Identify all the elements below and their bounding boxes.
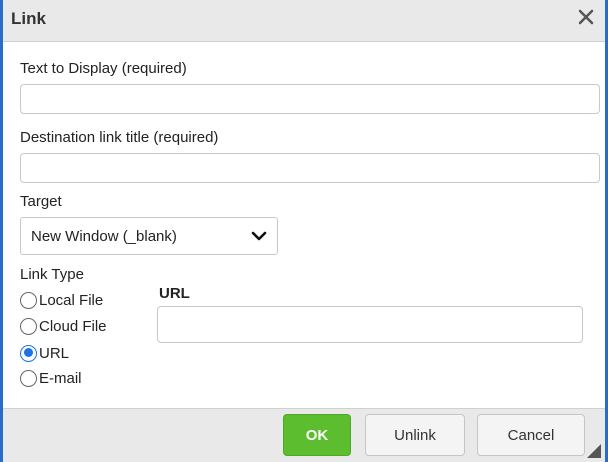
ok-button[interactable]: OK <box>283 414 351 456</box>
target-select-value: New Window (_blank) <box>31 228 177 245</box>
chevron-down-icon <box>251 231 267 241</box>
text-to-display-label: Text to Display (required) <box>20 60 187 77</box>
dialog-title: Link <box>11 9 46 28</box>
radio-button[interactable] <box>20 291 37 309</box>
link-dialog: Link Text to Display (required) Destinat… <box>0 0 608 462</box>
close-button[interactable] <box>575 8 597 30</box>
text-to-display-input[interactable] <box>20 84 600 114</box>
target-label: Target <box>20 193 62 210</box>
destination-title-input[interactable] <box>20 153 600 183</box>
destination-title-label: Destination link title (required) <box>20 129 219 146</box>
radio-label: Cloud File <box>39 317 107 335</box>
url-heading: URL <box>159 285 190 302</box>
target-select[interactable]: New Window (_blank) <box>20 217 278 255</box>
radio-label: Local File <box>39 291 104 309</box>
cancel-button[interactable]: Cancel <box>477 414 585 456</box>
unlink-button[interactable]: Unlink <box>365 414 465 456</box>
radio-cloud-file[interactable]: Cloud File <box>20 315 107 337</box>
radio-label: URL <box>39 344 70 362</box>
link-type-label: Link Type <box>20 266 84 283</box>
radio-url[interactable]: URL <box>20 342 69 364</box>
resize-grip-icon[interactable] <box>585 442 601 458</box>
radio-button[interactable] <box>20 317 37 335</box>
radio-email[interactable]: E-mail <box>20 367 82 389</box>
radio-label: E-mail <box>39 369 82 387</box>
url-input[interactable] <box>157 306 583 343</box>
radio-button-selected[interactable] <box>20 344 37 362</box>
close-icon <box>578 9 594 25</box>
radio-button[interactable] <box>20 369 37 387</box>
dialog-titlebar[interactable]: Link <box>3 0 605 42</box>
radio-local-file[interactable]: Local File <box>20 289 103 311</box>
